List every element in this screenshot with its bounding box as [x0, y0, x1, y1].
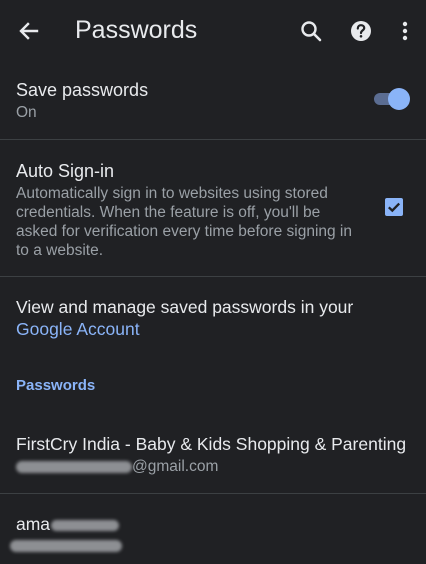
more-vert-icon — [402, 21, 408, 41]
help-icon — [351, 21, 371, 41]
password-username — [10, 536, 122, 555]
save-passwords-title: Save passwords — [16, 80, 149, 100]
divider — [0, 493, 426, 494]
search-icon — [301, 21, 322, 42]
page-title: Passwords — [75, 16, 198, 44]
back-button[interactable] — [14, 16, 44, 46]
redacted-site-name — [51, 519, 120, 531]
password-username: @gmail.com — [16, 457, 218, 476]
manage-passwords-text: View and manage saved passwords in your … — [16, 296, 416, 340]
manage-passwords-label: View and manage saved passwords in your — [16, 297, 354, 317]
password-site-name: ama — [16, 513, 411, 535]
more-options-button[interactable] — [394, 16, 424, 46]
app-bar: Passwords — [0, 0, 426, 62]
help-button[interactable] — [346, 16, 376, 46]
redacted-username — [10, 539, 122, 552]
save-passwords-toggle[interactable] — [372, 86, 410, 112]
username-suffix: @gmail.com — [132, 458, 219, 475]
divider — [0, 139, 426, 140]
passwords-section-header: Passwords — [16, 377, 96, 394]
search-button[interactable] — [296, 16, 326, 46]
save-passwords-status: On — [16, 104, 37, 121]
divider — [0, 276, 426, 277]
auto-signin-description: Automatically sign in to websites using … — [16, 185, 352, 259]
toggle-thumb — [388, 88, 410, 110]
redacted-username — [16, 460, 132, 473]
google-account-link[interactable]: Google Account — [16, 319, 140, 339]
auto-signin-checkbox[interactable] — [385, 198, 403, 216]
auto-signin-title: Auto Sign-in — [16, 161, 115, 181]
checkmark-icon — [388, 202, 401, 213]
password-site-name: FirstCry India - Baby & Kids Shopping & … — [16, 434, 407, 454]
site-name-visible: ama — [16, 514, 51, 534]
arrow-left-icon — [19, 22, 39, 40]
